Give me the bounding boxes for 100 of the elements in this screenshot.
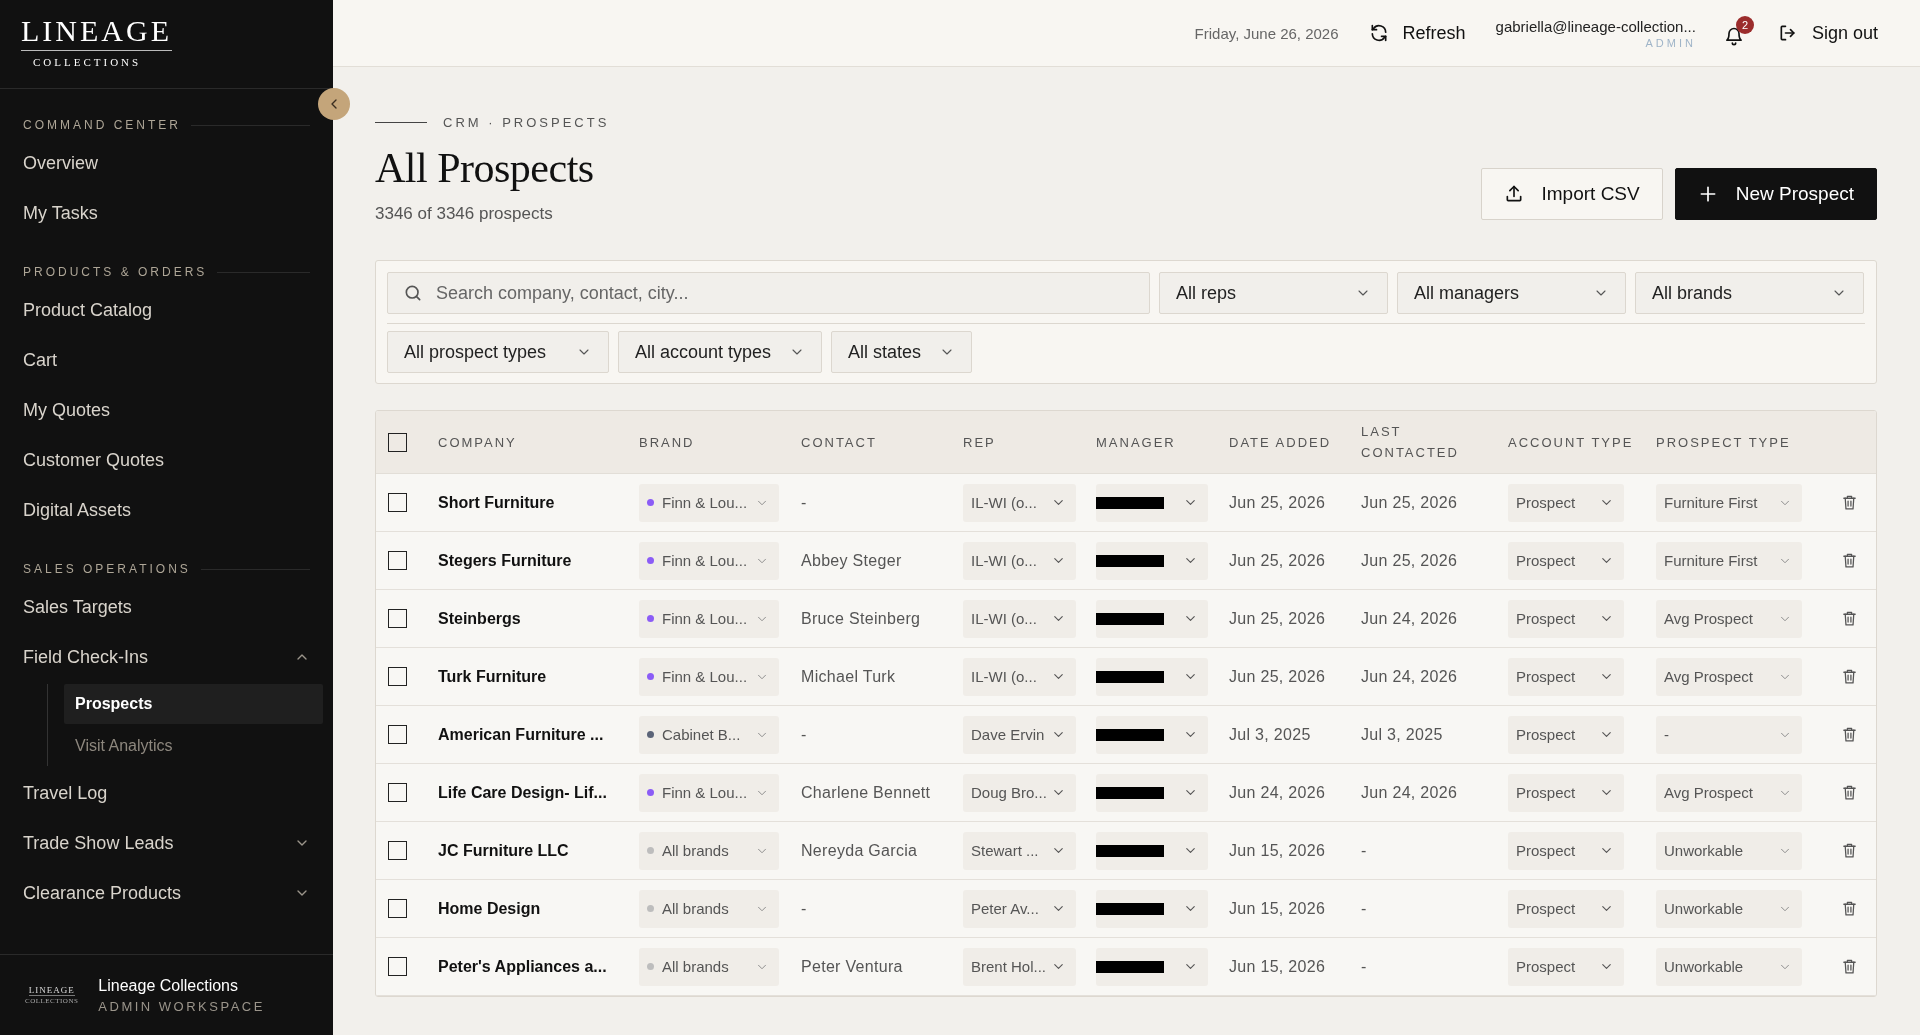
brand-dropdown[interactable]: Finn & Lou...	[639, 773, 779, 812]
prospect-type-dropdown[interactable]: Avg Prospect	[1656, 657, 1802, 696]
account-type-dropdown[interactable]: Prospect	[1508, 657, 1624, 696]
delete-button[interactable]	[1841, 842, 1858, 859]
brand-dropdown[interactable]: All brands	[639, 831, 779, 870]
rep-dropdown[interactable]: Dave Ervin	[963, 715, 1076, 754]
workspace-name: Lineage Collections	[98, 976, 239, 995]
delete-button[interactable]	[1841, 900, 1858, 917]
delete-button[interactable]	[1841, 726, 1858, 743]
nav-subitem[interactable]: Prospects	[64, 684, 323, 724]
prospect-type-dropdown[interactable]: Furniture First	[1656, 483, 1802, 522]
row-checkbox[interactable]	[388, 551, 407, 570]
nav-item[interactable]: Cart	[0, 335, 333, 385]
manager-dropdown[interactable]	[1096, 715, 1208, 754]
delete-button[interactable]	[1841, 958, 1858, 975]
account-type-dropdown[interactable]: Prospect	[1508, 715, 1624, 754]
prospect-type-dropdown[interactable]: Unworkable	[1656, 889, 1802, 928]
nav-item[interactable]: My Tasks	[0, 188, 333, 238]
row-checkbox[interactable]	[388, 609, 407, 628]
collapse-sidebar-button[interactable]	[318, 88, 350, 120]
rep-dropdown[interactable]: IL-WI (o...	[963, 483, 1076, 522]
nav-item[interactable]: Digital Assets	[0, 485, 333, 535]
rep-dropdown[interactable]: Doug Bro...	[963, 773, 1076, 812]
nav-item[interactable]: Trade Show Leads	[0, 818, 333, 868]
prospect-type-dropdown[interactable]: Avg Prospect	[1656, 599, 1802, 638]
brand-dropdown[interactable]: Finn & Lou...	[639, 599, 779, 638]
rep-dropdown[interactable]: Peter Av...	[963, 889, 1076, 928]
column-header: COMPANY	[438, 433, 518, 452]
brand-dropdown[interactable]: All brands	[639, 947, 779, 986]
sign-out-button[interactable]: Sign out	[1777, 22, 1878, 44]
account-type-dropdown[interactable]: Prospect	[1508, 773, 1624, 812]
new-prospect-button[interactable]: New Prospect	[1674, 168, 1877, 220]
delete-button[interactable]	[1841, 784, 1858, 801]
prospect-type-dropdown[interactable]: Furniture First	[1656, 541, 1802, 580]
rep-dropdown[interactable]: IL-WI (o...	[963, 599, 1076, 638]
manager-dropdown[interactable]	[1096, 483, 1208, 522]
prospect-count: 3346 of 3346 prospects	[375, 204, 554, 224]
account-type-dropdown[interactable]: Prospect	[1508, 889, 1624, 928]
column-header: REP	[963, 433, 997, 452]
rep-dropdown[interactable]: IL-WI (o...	[963, 541, 1076, 580]
prospect-type-dropdown[interactable]: Avg Prospect	[1656, 773, 1802, 812]
filter-dropdown[interactable]: All states	[831, 331, 973, 373]
filter-dropdown[interactable]: All brands	[1635, 272, 1864, 314]
rep-dropdown[interactable]: IL-WI (o...	[963, 657, 1076, 696]
account-type-dropdown[interactable]: Prospect	[1508, 599, 1624, 638]
brand-dropdown[interactable]: All brands	[639, 889, 779, 928]
search-field[interactable]: Search company, contact, city...	[387, 272, 1150, 314]
nav-subitem[interactable]: Visit Analytics	[64, 726, 323, 766]
section-heading: PRODUCTS & ORDERS	[23, 265, 208, 279]
manager-dropdown[interactable]	[1096, 889, 1208, 928]
filter-dropdown[interactable]: All managers	[1397, 272, 1626, 314]
notifications-button[interactable]: 2	[1721, 16, 1754, 50]
brand-dropdown[interactable]: Finn & Lou...	[639, 657, 779, 696]
prospect-type-dropdown[interactable]: Unworkable	[1656, 831, 1802, 870]
nav-item[interactable]: Travel Log	[0, 768, 333, 818]
manager-dropdown[interactable]	[1096, 599, 1208, 638]
manager-dropdown[interactable]	[1096, 541, 1208, 580]
account-type-dropdown[interactable]: Prospect	[1508, 483, 1624, 522]
row-checkbox[interactable]	[388, 783, 407, 802]
trash-icon	[1841, 494, 1858, 511]
row-checkbox[interactable]	[388, 957, 407, 976]
delete-button[interactable]	[1841, 494, 1858, 511]
manager-dropdown[interactable]	[1096, 947, 1208, 986]
brand-dropdown[interactable]: Finn & Lou...	[639, 541, 779, 580]
delete-button[interactable]	[1841, 610, 1858, 627]
manager-dropdown[interactable]	[1096, 773, 1208, 812]
account-type-dropdown[interactable]: Prospect	[1508, 831, 1624, 870]
account-type-dropdown[interactable]: Prospect	[1508, 541, 1624, 580]
brand-dropdown[interactable]: Cabinet B...	[639, 715, 779, 754]
manager-dropdown[interactable]	[1096, 831, 1208, 870]
rep-dropdown[interactable]: Stewart ...	[963, 831, 1076, 870]
nav-item[interactable]: Field Check-Ins	[0, 632, 333, 682]
nav-item[interactable]: My Quotes	[0, 385, 333, 435]
brand-dropdown[interactable]: Finn & Lou...	[639, 483, 779, 522]
nav-item[interactable]: Customer Quotes	[0, 435, 333, 485]
column-header: LAST CONTACTED	[1361, 423, 1460, 462]
delete-button[interactable]	[1841, 668, 1858, 685]
manager-dropdown[interactable]	[1096, 657, 1208, 696]
nav-item[interactable]: Sales Targets	[0, 582, 333, 632]
filter-dropdown[interactable]: All prospect types	[387, 331, 609, 373]
prospect-type-dropdown[interactable]: Unworkable	[1656, 947, 1802, 986]
account-type-dropdown[interactable]: Prospect	[1508, 947, 1624, 986]
prospect-type-dropdown[interactable]: -	[1656, 715, 1802, 754]
select-all-checkbox[interactable]	[388, 432, 407, 452]
row-checkbox[interactable]	[388, 725, 407, 744]
row-checkbox[interactable]	[388, 667, 407, 686]
last-contacted-date: -	[1361, 841, 1368, 860]
row-checkbox[interactable]	[388, 493, 407, 512]
column-header: CONTACT	[801, 433, 878, 452]
nav-item[interactable]: Clearance Products	[0, 868, 333, 918]
delete-button[interactable]	[1841, 552, 1858, 569]
row-checkbox[interactable]	[388, 841, 407, 860]
rep-dropdown[interactable]: Brent Hol...	[963, 947, 1076, 986]
row-checkbox[interactable]	[388, 899, 407, 918]
filter-dropdown[interactable]: All reps	[1159, 272, 1388, 314]
nav-item[interactable]: Product Catalog	[0, 285, 333, 335]
refresh-button[interactable]: Refresh	[1368, 22, 1466, 44]
import-csv-button[interactable]: Import CSV	[1480, 168, 1663, 220]
filter-dropdown[interactable]: All account types	[618, 331, 823, 373]
nav-item[interactable]: Overview	[0, 138, 333, 188]
